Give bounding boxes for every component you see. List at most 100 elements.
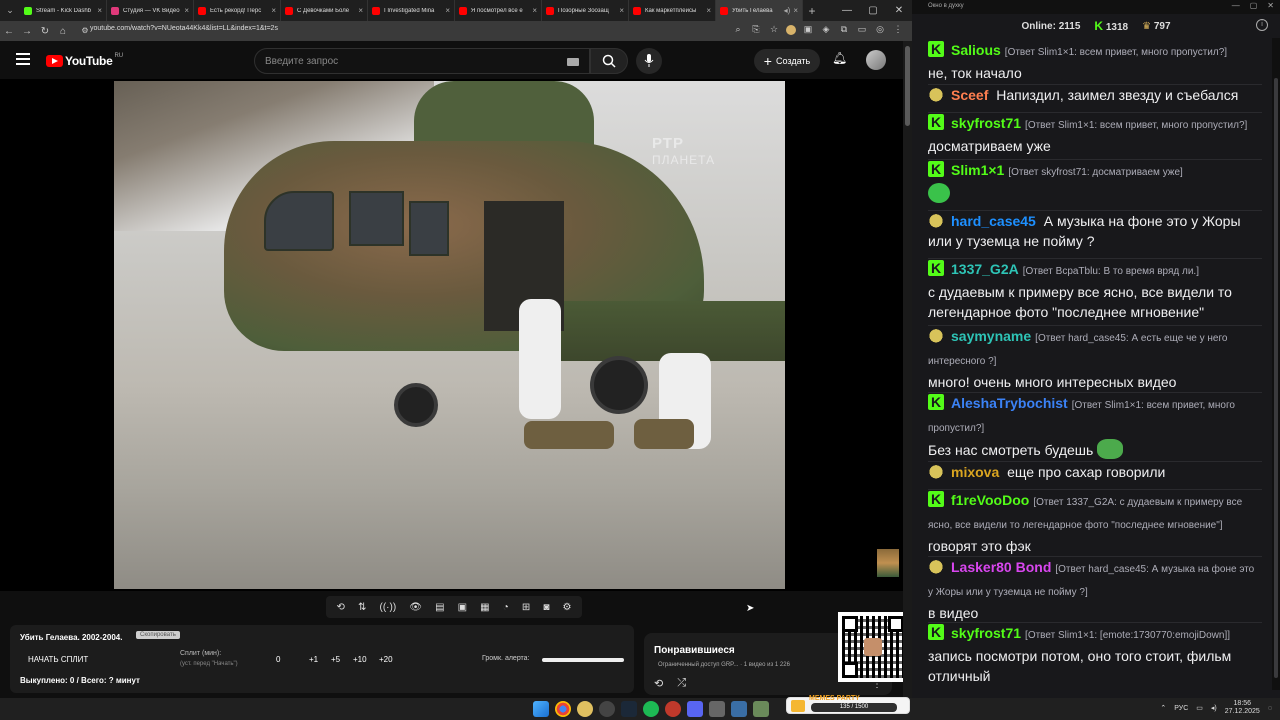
loop-playlist-icon[interactable]: ⟲ <box>654 677 663 690</box>
chat-username[interactable]: Lasker80 Bond <box>951 559 1051 575</box>
chat-username[interactable]: 1337_G2A <box>951 261 1019 277</box>
tab-close-icon[interactable]: × <box>184 6 189 15</box>
obs-icon[interactable] <box>599 701 615 717</box>
app-icon[interactable] <box>709 701 725 717</box>
app-icon-active[interactable] <box>731 701 747 717</box>
tab-close-icon[interactable]: × <box>532 6 537 15</box>
search-button[interactable] <box>590 48 628 74</box>
loop-icon[interactable]: ⟲ <box>337 602 345 613</box>
close-window-icon[interactable]: ✕ <box>886 0 912 21</box>
frames-icon[interactable]: ▦ <box>480 602 489 613</box>
chat-username[interactable]: Slim1×1 <box>951 162 1004 178</box>
discord-icon[interactable] <box>687 701 703 717</box>
chat-username[interactable]: mixova <box>951 464 999 480</box>
menu-hamburger-icon[interactable] <box>16 53 30 65</box>
speed-icon[interactable]: ◔ <box>503 602 509 613</box>
tab-close-icon[interactable]: × <box>358 6 363 15</box>
close-window-icon[interactable]: ✕ <box>1267 1 1274 10</box>
chevron-up-icon[interactable]: ⌃ <box>1160 704 1166 712</box>
steam-icon[interactable] <box>621 701 637 717</box>
split-value[interactable]: 0 <box>276 655 280 664</box>
browser-tab[interactable]: Я посмотрел все е × <box>455 0 542 21</box>
film-icon[interactable]: ▤ <box>435 602 444 613</box>
tab-close-icon[interactable]: × <box>706 6 711 15</box>
avatar[interactable] <box>866 50 886 70</box>
extension-icon[interactable]: ▣ <box>802 24 814 35</box>
chat-username[interactable]: saymyname <box>951 328 1031 344</box>
info-icon[interactable]: i <box>1256 19 1268 31</box>
app-icon[interactable] <box>665 701 681 717</box>
url-field[interactable]: youtube.com/watch?v=NUeota44Kk4&list=LL&… <box>90 25 278 32</box>
add-20-button[interactable]: +20 <box>379 655 393 664</box>
browser-tab[interactable]: Есть рекорд! Перс × <box>194 0 281 21</box>
page-scrollbar[interactable] <box>903 41 912 698</box>
browser-tab-active[interactable]: Убить Гелаева ◂) × <box>716 0 803 21</box>
spotify-icon[interactable] <box>643 701 659 717</box>
playlist-title[interactable]: Понравившиеся <box>654 645 735 656</box>
home-icon[interactable]: ⌂ <box>54 26 72 37</box>
chat-username[interactable]: skyfrost71 <box>951 115 1021 131</box>
tab-close-icon[interactable]: × <box>271 6 276 15</box>
sidebar-icon[interactable]: ▭ <box>856 24 868 35</box>
volume-icon[interactable]: ◂) <box>1211 704 1217 712</box>
bookmark-star-icon[interactable]: ☆ <box>768 24 780 35</box>
extensions-puzzle-icon[interactable]: ⧉ <box>838 24 850 35</box>
chat-username[interactable]: skyfrost71 <box>951 625 1021 641</box>
start-split-button[interactable]: НАЧАТЬ СПЛИТ <box>28 655 88 664</box>
reload-icon[interactable]: ↻ <box>36 26 54 37</box>
clock[interactable]: 18:56 27.12.2025 <box>1225 700 1260 716</box>
chrome-icon[interactable] <box>555 701 571 717</box>
tab-close-icon[interactable]: × <box>793 6 798 15</box>
voice-search-button[interactable] <box>636 48 662 74</box>
create-button[interactable]: + Создать <box>754 49 820 73</box>
tab-search-icon[interactable]: ⌄ <box>0 5 20 16</box>
browser-tab[interactable]: Как маркетплейсы × <box>629 0 716 21</box>
browser-tab[interactable]: Позорные Зоозащ × <box>542 0 629 21</box>
menu-icon[interactable]: ⋮ <box>892 24 904 35</box>
camera-icon[interactable]: ◙ <box>543 602 549 613</box>
chat-username[interactable]: hard_case45 <box>951 213 1036 229</box>
keyboard-icon[interactable] <box>567 58 579 66</box>
broadcast-icon[interactable]: ((·)) <box>380 602 397 613</box>
new-tab-icon[interactable]: + <box>803 4 821 18</box>
browser-tab[interactable]: С Девочками Боле × <box>281 0 368 21</box>
browser-tab[interactable]: Stream - Kick Dashb × <box>20 0 107 21</box>
video-frame[interactable]: РТР ПЛАНЕТА <box>114 81 785 589</box>
add-10-button[interactable]: +10 <box>353 655 367 664</box>
minimize-icon[interactable]: — <box>1232 1 1240 10</box>
gear-icon[interactable]: ⚙ <box>562 602 571 613</box>
add-5-button[interactable]: +5 <box>331 655 340 664</box>
shuffle-icon[interactable]: ⤮ <box>677 677 686 690</box>
youtube-logo[interactable]: YouTube RU <box>46 53 123 68</box>
app-icon[interactable] <box>753 701 769 717</box>
picture-icon[interactable]: ▣ <box>458 602 467 613</box>
back-icon[interactable]: ← <box>0 26 18 37</box>
memes-party-widget[interactable]: MEMES PARTY 135 / 1500 <box>786 695 910 714</box>
windows-start-icon[interactable] <box>533 701 549 717</box>
tab-close-icon[interactable]: × <box>619 6 624 15</box>
video-player[interactable]: РТР ПЛАНЕТА <box>0 79 903 591</box>
chat-username[interactable]: Salious <box>951 42 1001 58</box>
notification-bell-icon[interactable]: ◌ <box>1268 705 1272 712</box>
network-icon[interactable]: ▭ <box>1196 704 1203 712</box>
profile-icon[interactable]: ◎ <box>874 24 886 35</box>
maximize-icon[interactable]: ▢ <box>1250 1 1258 10</box>
tab-close-icon[interactable]: × <box>97 6 102 15</box>
extension-icon[interactable] <box>786 24 796 35</box>
extension-icon[interactable]: ◈ <box>820 24 832 35</box>
tab-close-icon[interactable]: × <box>445 6 450 15</box>
overlay-thumbnail[interactable] <box>877 549 899 577</box>
zoom-icon[interactable]: ⌕ <box>732 24 744 35</box>
search-input[interactable]: Введите запрос <box>254 48 590 74</box>
copy-button[interactable]: Скопировать <box>136 631 180 639</box>
minimize-icon[interactable]: — <box>834 0 860 21</box>
add-1-button[interactable]: +1 <box>309 655 318 664</box>
install-icon[interactable]: ⎘ <box>750 24 762 35</box>
chat-username[interactable]: Sceef <box>951 87 988 103</box>
audio-icon[interactable]: ◂) <box>784 6 791 15</box>
browser-tab[interactable]: I Investigated Mina × <box>368 0 455 21</box>
alert-volume-slider[interactable] <box>542 658 624 662</box>
yandex-icon[interactable] <box>577 701 593 717</box>
chat-scrollbar[interactable] <box>1272 38 1280 690</box>
maximize-icon[interactable]: ▢ <box>860 0 886 21</box>
